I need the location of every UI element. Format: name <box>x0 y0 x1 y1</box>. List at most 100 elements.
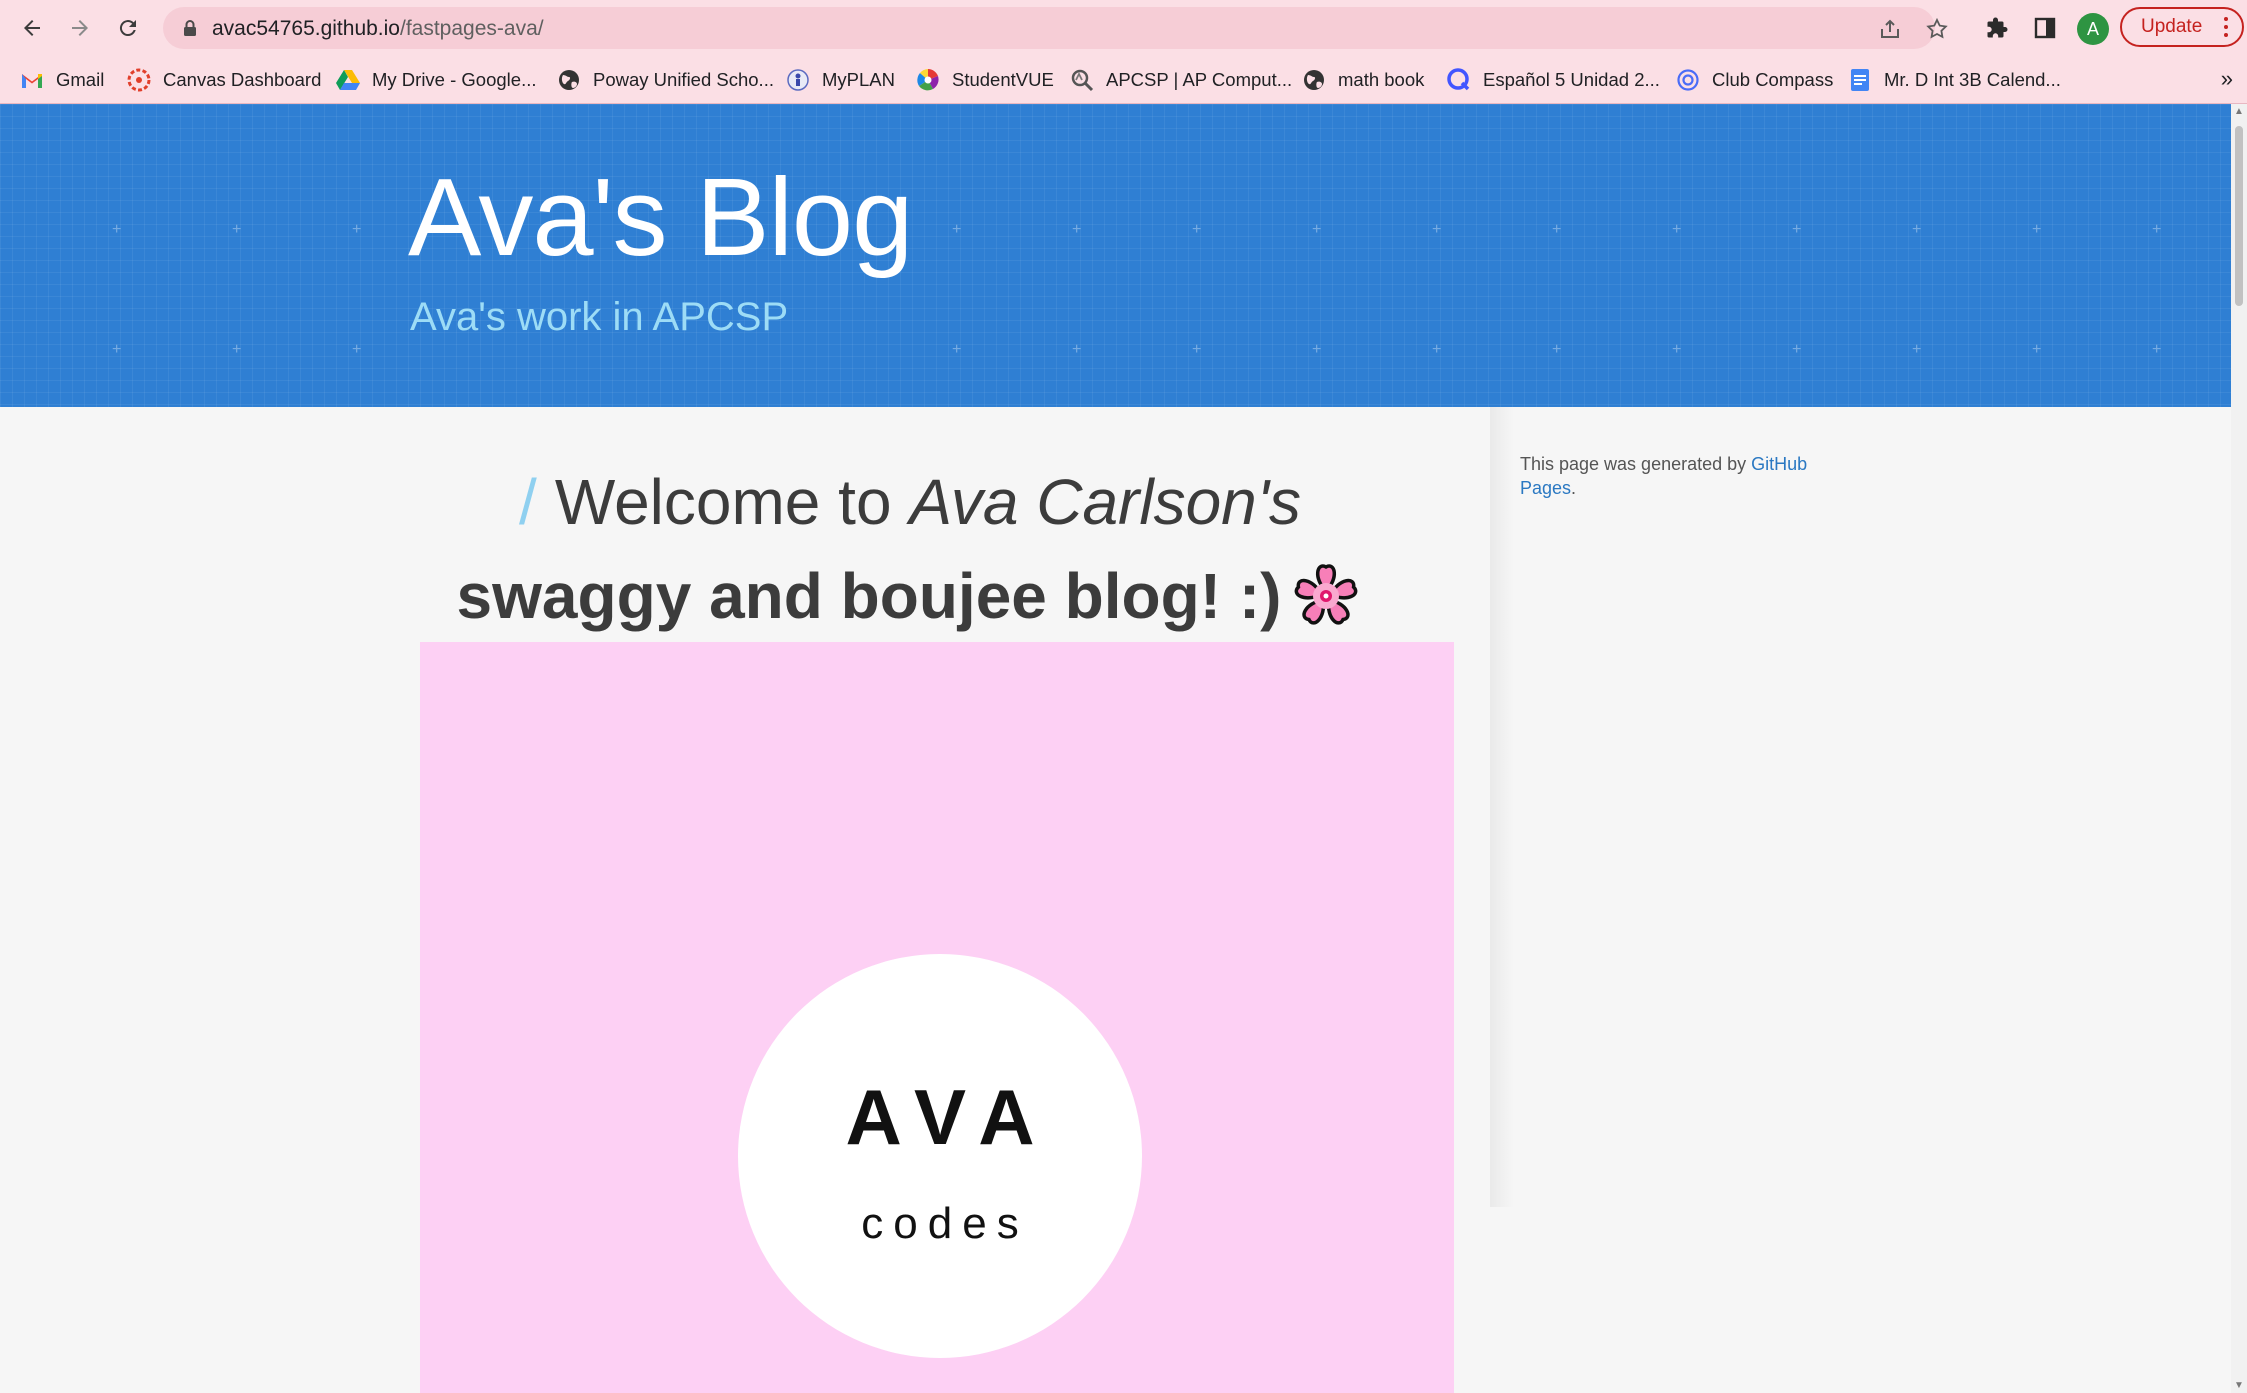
header-pattern: + <box>1192 221 1202 238</box>
bookmark-club-compass[interactable]: Club Compass <box>1676 66 1833 94</box>
update-button[interactable]: Update <box>2120 7 2244 47</box>
bookmark-label: Mr. D Int 3B Calend... <box>1884 69 2061 90</box>
header-pattern: + <box>1792 221 1802 238</box>
header-pattern: + <box>1672 221 1682 238</box>
scroll-up-arrow-icon[interactable]: ▲ <box>2234 106 2244 117</box>
header-pattern: + <box>1432 221 1442 238</box>
header-pattern: + <box>1072 221 1082 238</box>
quizlet-icon <box>1447 68 1471 92</box>
header-pattern: + <box>1192 341 1202 358</box>
bookmark-gmail[interactable]: Gmail <box>20 66 104 94</box>
myplan-icon <box>786 68 810 92</box>
logo-title: AVA <box>845 1073 1053 1161</box>
bookmark-label: APCSP | AP Comput... <box>1106 69 1293 90</box>
header-pattern: + <box>2152 341 2162 358</box>
sidebar-divider <box>1490 407 1514 1207</box>
reload-icon <box>119 20 136 37</box>
credit-suffix: . <box>1571 478 1577 498</box>
credit-text: This page was generated by <box>1520 454 1752 474</box>
update-label: Update <box>2141 16 2203 37</box>
studentvue-icon <box>916 68 940 92</box>
more-bookmarks-button[interactable]: » <box>2221 66 2233 92</box>
header-pattern: + <box>112 221 122 238</box>
header-pattern: + <box>1792 341 1802 358</box>
page-scrollbar[interactable]: ▲ ▼ <box>2231 104 2247 1393</box>
bookmark-myplan[interactable]: MyPLAN <box>786 66 895 94</box>
globe-icon <box>557 68 581 92</box>
heading-bold-text: swaggy and boujee blog! :) <box>456 560 1282 632</box>
post-heading: / Welcome to Ava Carlson's swaggy and bou… <box>410 455 1410 657</box>
forward-button[interactable] <box>62 10 98 46</box>
site-description: Ava's work in APCSP <box>410 295 789 339</box>
forward-arrow-icon <box>72 20 88 36</box>
side-panel-icon[interactable] <box>2033 16 2057 40</box>
site-title[interactable]: Ava's Blog <box>408 154 913 281</box>
scroll-thumb[interactable] <box>2235 126 2243 306</box>
header-pattern: + <box>1912 341 1922 358</box>
back-arrow-icon <box>24 20 40 36</box>
bookmark-label: Club Compass <box>1712 69 1834 90</box>
bookmark-label: Gmail <box>56 69 105 90</box>
header-pattern: + <box>352 341 362 358</box>
header-pattern: + <box>232 341 242 358</box>
header-pattern: + <box>232 221 242 238</box>
header-pattern: + <box>952 221 962 238</box>
header-pattern: + <box>1312 221 1322 238</box>
extensions-puzzle-icon[interactable] <box>1985 16 2009 40</box>
header-pattern: + <box>2032 221 2042 238</box>
club-compass-icon <box>1676 68 1700 92</box>
header-pattern: + <box>1672 341 1682 358</box>
heading-slash: / <box>519 466 537 538</box>
site-header: + + + + + + + + + + + + + + + + + + + + … <box>0 104 2231 407</box>
menu-dots-icon <box>2224 17 2228 41</box>
bookmark-label: Canvas Dashboard <box>163 69 322 90</box>
header-pattern: + <box>1552 341 1562 358</box>
bookmark-label: MyPLAN <box>822 69 895 90</box>
header-pattern: + <box>1312 341 1322 358</box>
sidebar-credit: This page was generated by GitHub Pages. <box>1520 452 1840 500</box>
bookmark-mr-d-calendar[interactable]: Mr. D Int 3B Calend... <box>1848 66 2061 94</box>
header-pattern: + <box>1072 341 1082 358</box>
google-docs-icon <box>1848 68 1872 92</box>
heading-italic-name: Ava Carlson's <box>909 466 1301 538</box>
hero-image: AVA codes <box>420 642 1454 1393</box>
back-button[interactable] <box>14 10 50 46</box>
header-pattern: + <box>112 341 122 358</box>
bookmark-poway-unified[interactable]: Poway Unified Scho... <box>557 66 774 94</box>
url-host: avac54765.github.io <box>212 17 400 40</box>
reload-button[interactable] <box>110 10 146 46</box>
bookmarks-bar: Gmail Canvas Dashboard My Drive - Google… <box>0 56 2247 104</box>
address-bar[interactable]: avac54765.github.io/fastpages-ava/ <box>163 7 1948 49</box>
bookmark-label: math book <box>1338 69 1425 90</box>
lock-icon <box>184 20 196 36</box>
globe-icon <box>1302 68 1326 92</box>
header-pattern: + <box>2032 341 2042 358</box>
logo-subtitle: codes <box>861 1199 1029 1248</box>
header-pattern: + <box>352 221 362 238</box>
bookmark-label: My Drive - Google... <box>372 69 537 90</box>
header-pattern: + <box>1552 221 1562 238</box>
scroll-down-arrow-icon[interactable]: ▼ <box>2234 1380 2244 1391</box>
canvas-icon <box>127 68 151 92</box>
browser-toolbar: avac54765.github.io/fastpages-ava/ A Upd… <box>0 0 2247 56</box>
profile-avatar[interactable]: A <box>2077 13 2109 45</box>
header-pattern: + <box>2152 221 2162 238</box>
url-text[interactable]: avac54765.github.io/fastpages-ava/ <box>212 17 544 41</box>
bookmark-canvas-dashboard[interactable]: Canvas Dashboard <box>127 66 321 94</box>
google-drive-icon <box>336 68 360 92</box>
bookmark-my-drive[interactable]: My Drive - Google... <box>336 66 537 94</box>
share-icon[interactable] <box>1878 17 1902 41</box>
header-pattern: + <box>952 341 962 358</box>
logo-circle: AVA codes <box>738 954 1142 1358</box>
gmail-icon <box>20 68 44 92</box>
bookmark-label: Poway Unified Scho... <box>593 69 774 90</box>
bookmark-math-book[interactable]: math book <box>1302 66 1424 94</box>
bookmark-studentvue[interactable]: StudentVUE <box>916 66 1054 94</box>
bookmark-espanol[interactable]: Español 5 Unidad 2... <box>1447 66 1660 94</box>
header-pattern: + <box>1912 221 1922 238</box>
bookmark-star-icon[interactable] <box>1925 17 1949 41</box>
bookmark-label: Español 5 Unidad 2... <box>1483 69 1660 90</box>
header-pattern: + <box>1432 341 1442 358</box>
apcsp-icon <box>1070 68 1094 92</box>
bookmark-apcsp[interactable]: APCSP | AP Comput... <box>1070 66 1292 94</box>
